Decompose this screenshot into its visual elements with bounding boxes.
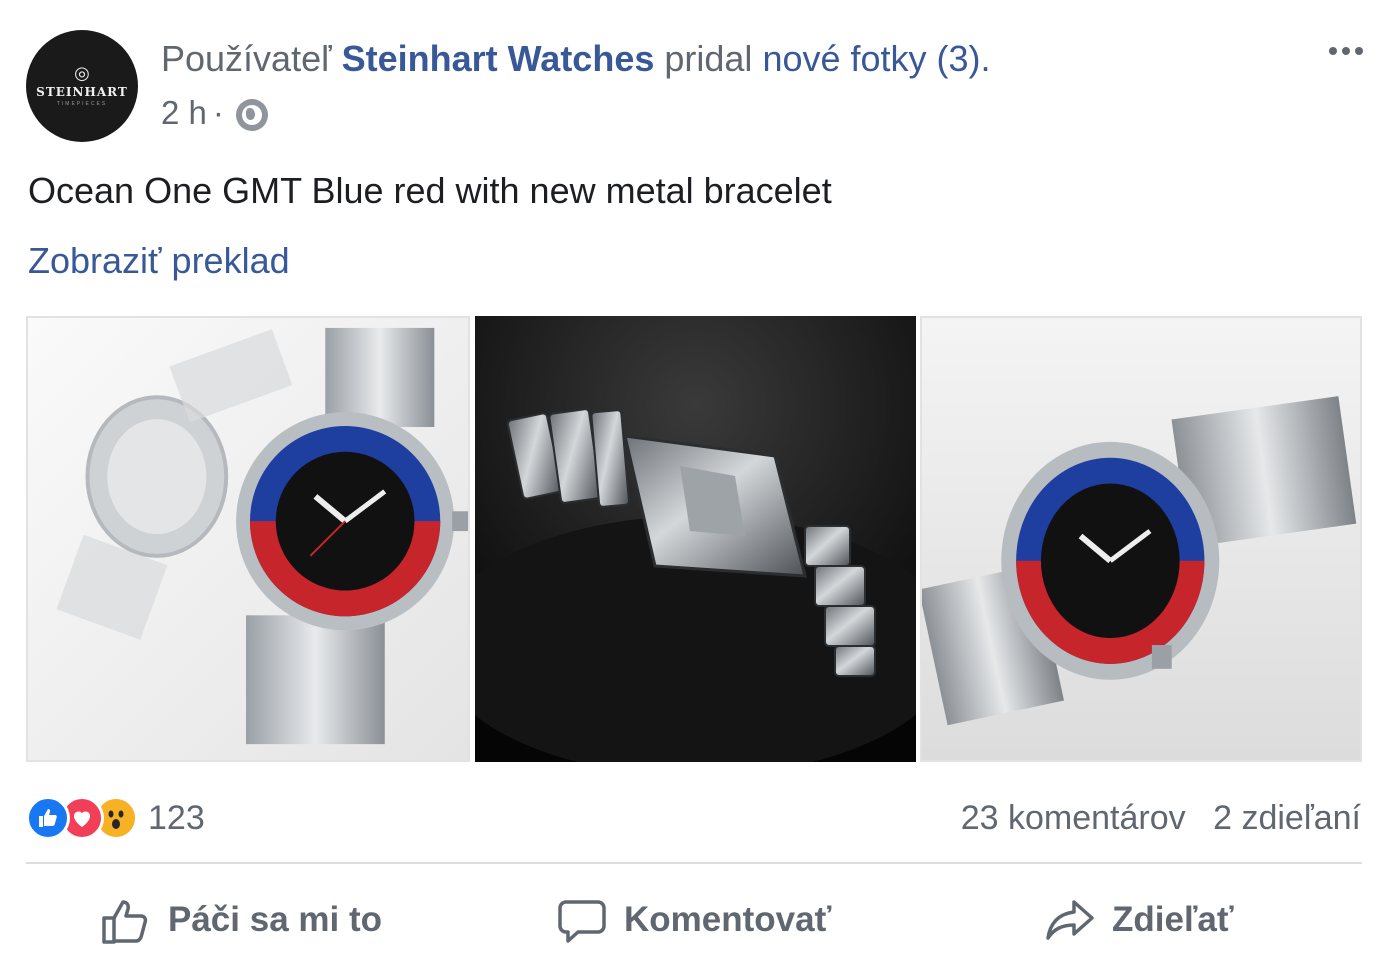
post-meta: 2 h · [161, 92, 268, 134]
reaction-count: 123 [148, 798, 205, 837]
meta-separator: · [212, 94, 224, 131]
share-button-label: Zdieľať [1112, 900, 1234, 939]
photo-watch-front-back[interactable] [26, 316, 470, 762]
comment-bubble-icon [558, 900, 606, 943]
action-text: pridal [664, 38, 753, 79]
post-stats: 23 komentárov 2 zdieľaní [961, 796, 1361, 840]
more-options-icon[interactable] [1322, 36, 1370, 66]
like-button[interactable]: Páči sa mi to [100, 880, 382, 960]
avatar-brand: STEINHART [36, 85, 128, 99]
divider [26, 862, 1362, 864]
avatar-tagline: TIMEPIECES [56, 101, 108, 107]
thumbs-up-icon [102, 900, 148, 944]
post-headline: Používateľ Steinhart Watches pridal nové… [161, 36, 991, 82]
author-name-link[interactable]: Steinhart Watches [342, 38, 655, 79]
like-button-label: Páči sa mi to [168, 900, 382, 939]
post-timestamp[interactable]: 2 h [161, 92, 207, 134]
photo-watch-angled[interactable] [920, 316, 1362, 762]
see-translation-link[interactable]: Zobraziť preklad [28, 238, 290, 284]
reactions-summary[interactable]: 123 [26, 794, 205, 842]
feed-post: ◎ STEINHART TIMEPIECES Používateľ Steinh… [0, 0, 1381, 973]
post-text: Ocean One GMT Blue red with new metal br… [28, 170, 832, 211]
comments-count-link[interactable]: 23 komentárov [961, 799, 1186, 837]
photo-bracelet-clasp[interactable] [475, 316, 916, 762]
like-icon [26, 796, 70, 840]
shares-count-link[interactable]: 2 zdieľaní [1213, 799, 1361, 837]
steinhart-logo-icon: ◎ [74, 63, 90, 84]
action-bar: Páči sa mi to Komentovať Zdieľať [0, 880, 1381, 960]
page-avatar[interactable]: ◎ STEINHART TIMEPIECES [26, 30, 138, 142]
share-arrow-icon [1046, 900, 1094, 940]
globe-icon[interactable] [235, 99, 268, 131]
new-photos-link[interactable]: nové fotky (3). [762, 38, 990, 79]
author-prefix: Používateľ [161, 38, 332, 79]
share-button[interactable]: Zdieľať [1044, 880, 1234, 960]
comment-button-label: Komentovať [624, 900, 832, 939]
comment-button[interactable]: Komentovať [556, 880, 831, 960]
